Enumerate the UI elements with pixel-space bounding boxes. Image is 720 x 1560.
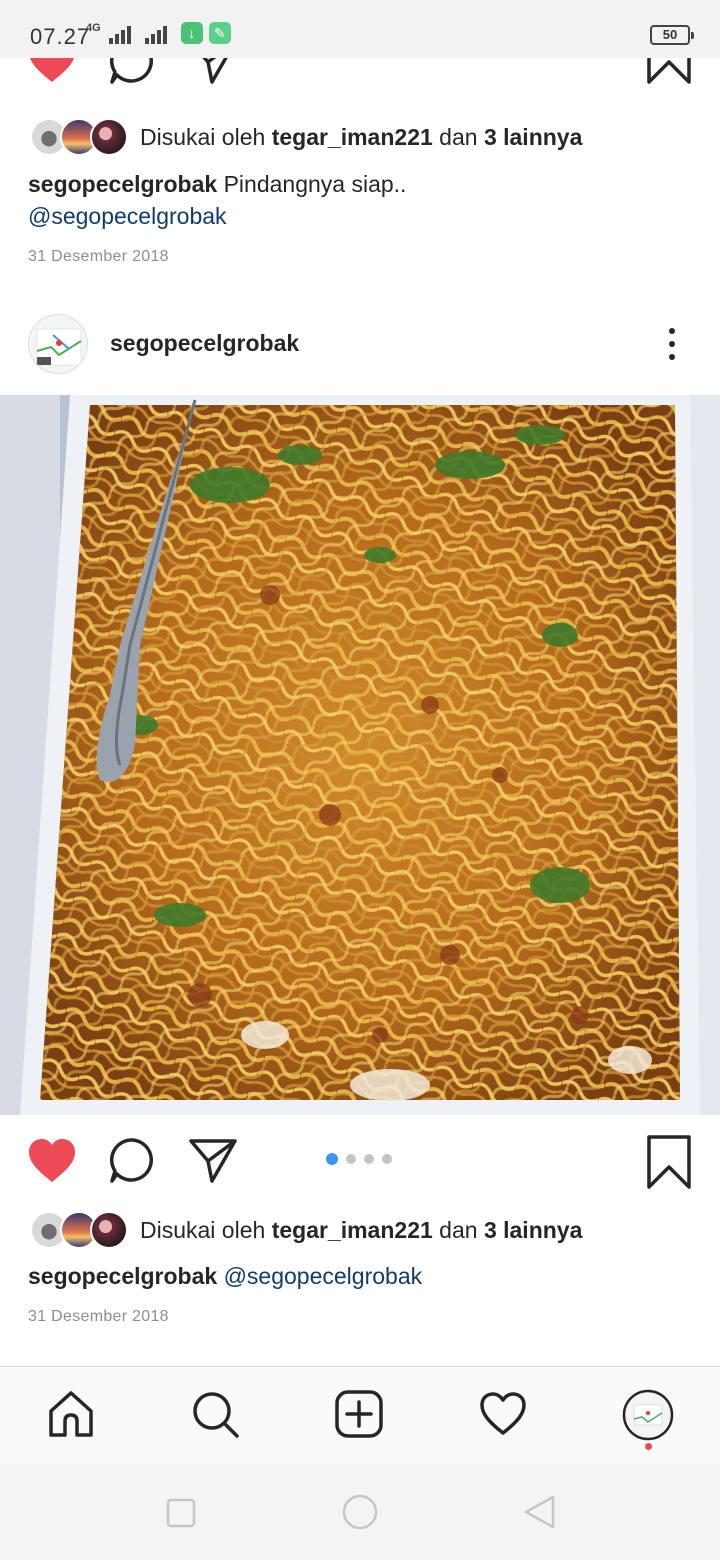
carousel-dot: [382, 1154, 392, 1164]
post1-date: 31 Desember 2018: [28, 248, 169, 265]
comment-bubble-icon[interactable]: [108, 1137, 156, 1185]
carousel-dot: [326, 1153, 338, 1165]
profile-avatar[interactable]: [28, 314, 88, 374]
network-type: 4G: [86, 22, 101, 34]
likes-others-link[interactable]: 3 lainnya: [484, 124, 582, 150]
post1-caption: segopecelgrobak Pindangnya siap..: [28, 168, 406, 201]
status-bar: 07.27 4G ↓ ✎ 50: [0, 0, 720, 58]
post1-likes[interactable]: Disukai oleh tegar_iman221 dan 3 lainnya: [30, 117, 582, 157]
likes-user-link[interactable]: tegar_iman221: [272, 1217, 433, 1243]
status-time: 07.27: [30, 24, 91, 49]
caption-mention[interactable]: @segopecelgrobak: [28, 203, 227, 229]
caption-text: Pindangnya siap..: [217, 171, 407, 197]
likes-summary: Disukai oleh tegar_iman221 dan 3 lainnya: [140, 1217, 582, 1244]
profile-avatar-icon[interactable]: [622, 1389, 674, 1441]
likes-user-link[interactable]: tegar_iman221: [272, 124, 433, 150]
caption-username[interactable]: segopecelgrobak: [28, 171, 217, 197]
back-triangle-icon[interactable]: [522, 1495, 556, 1529]
comment-bubble-icon[interactable]: [108, 58, 156, 86]
bookmark-icon[interactable]: [646, 58, 692, 84]
heart-filled-icon[interactable]: [27, 1138, 77, 1184]
battery-icon: 50: [650, 25, 694, 45]
app-notification-icon: ✎: [208, 22, 231, 44]
liker-avatars: [30, 117, 130, 157]
vertical-dots-icon[interactable]: [662, 326, 682, 362]
search-icon[interactable]: [190, 1389, 240, 1439]
food-image: [0, 395, 720, 1115]
activity-heart-icon[interactable]: [478, 1389, 528, 1439]
home-circle-icon[interactable]: [342, 1494, 378, 1530]
bookmark-icon[interactable]: [646, 1135, 692, 1189]
paper-plane-icon[interactable]: [188, 1137, 238, 1185]
likes-others-link[interactable]: 3 lainnya: [484, 1217, 582, 1243]
download-notification-icon: ↓: [180, 22, 203, 44]
likes-summary: Disukai oleh tegar_iman221 dan 3 lainnya: [140, 124, 582, 151]
post1-caption-line2: @segopecelgrobak: [28, 200, 227, 233]
add-post-icon[interactable]: [334, 1389, 384, 1439]
signal-2-icon: [144, 24, 167, 44]
heart-filled-icon[interactable]: [27, 58, 77, 84]
paper-plane-icon[interactable]: [188, 58, 238, 86]
likes-prefix: Disukai oleh: [140, 1216, 272, 1243]
likes-and: dan: [432, 123, 484, 150]
post2-caption: segopecelgrobak @segopecelgrobak: [28, 1260, 422, 1293]
recent-apps-icon[interactable]: [166, 1498, 196, 1528]
caption-mention[interactable]: @segopecelgrobak: [224, 1263, 423, 1289]
likes-and: dan: [432, 1216, 484, 1243]
caption-username[interactable]: segopecelgrobak: [28, 1263, 217, 1289]
notification-dot: [645, 1443, 652, 1450]
liker-avatars: [30, 1210, 130, 1250]
likes-prefix: Disukai oleh: [140, 123, 272, 150]
post2-date: 31 Desember 2018: [28, 1308, 169, 1325]
avatar: [90, 1211, 128, 1249]
carousel-dot: [346, 1154, 356, 1164]
carousel-indicator: [326, 1153, 392, 1165]
status-icons: 4G ↓ ✎: [86, 22, 231, 44]
carousel-dot: [364, 1154, 374, 1164]
home-icon[interactable]: [46, 1389, 96, 1439]
bottom-navigation: [0, 1366, 720, 1464]
post-username[interactable]: segopecelgrobak: [110, 330, 299, 357]
post-photo[interactable]: [0, 395, 720, 1115]
post2-likes[interactable]: Disukai oleh tegar_iman221 dan 3 lainnya: [30, 1210, 582, 1250]
system-navigation-bar: [0, 1464, 720, 1560]
signal-icon: [108, 24, 131, 44]
avatar: [90, 118, 128, 156]
post1-action-row: [0, 58, 720, 98]
post2-header: segopecelgrobak: [0, 312, 720, 376]
